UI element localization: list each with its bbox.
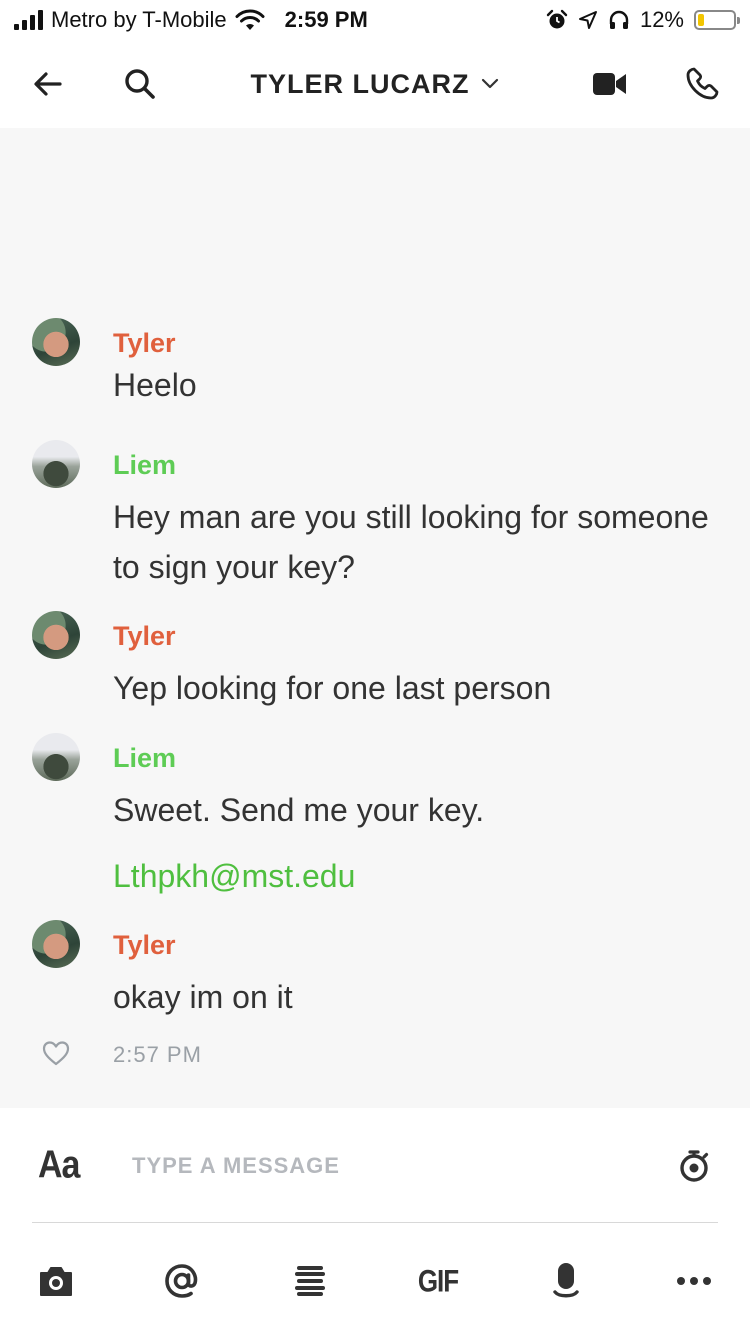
message-meta: 2:57 PM bbox=[0, 1034, 750, 1074]
conversation-header: TYLER LUCARZ bbox=[0, 40, 750, 128]
carrier-name: Metro by T-Mobile bbox=[51, 7, 227, 32]
message-timestamp: 2:57 PM bbox=[113, 1042, 202, 1067]
more-icon bbox=[677, 1277, 711, 1285]
text-format-button[interactable]: Aa bbox=[38, 1143, 80, 1188]
voice-call-button[interactable] bbox=[678, 60, 726, 108]
battery-percent: 12% bbox=[639, 7, 684, 32]
signal-strength-icon bbox=[14, 10, 43, 30]
camera-button[interactable] bbox=[34, 1259, 78, 1303]
alarm-icon bbox=[546, 9, 568, 29]
timer-icon[interactable] bbox=[676, 1148, 712, 1184]
video-call-button[interactable] bbox=[586, 60, 634, 108]
bitmoji-button[interactable] bbox=[288, 1259, 332, 1303]
sender-name: Tyler bbox=[113, 328, 176, 358]
chevron-down-icon bbox=[482, 78, 499, 89]
message-list[interactable]: Tyler Heelo Liem Hey man are you still l… bbox=[0, 128, 750, 1108]
avatar[interactable] bbox=[32, 733, 80, 781]
avatar[interactable] bbox=[32, 440, 80, 488]
phone-icon bbox=[686, 67, 719, 100]
conversation-title: TYLER LUCARZ bbox=[250, 68, 470, 99]
message-composer: Aa GIF bbox=[0, 1108, 750, 1334]
wifi-icon bbox=[235, 9, 265, 30]
avatar[interactable] bbox=[32, 611, 80, 659]
message-input[interactable] bbox=[132, 1146, 632, 1186]
heart-icon[interactable] bbox=[42, 1040, 70, 1066]
at-mention-icon bbox=[165, 1264, 198, 1298]
back-arrow-icon bbox=[34, 72, 62, 96]
conversation-title-button[interactable]: TYLER LUCARZ bbox=[251, 69, 500, 100]
message-text: Sweet. Send me your key. bbox=[113, 792, 485, 828]
status-time: 2:59 PM bbox=[284, 7, 368, 32]
headphones-icon bbox=[609, 10, 629, 29]
voice-note-button[interactable] bbox=[544, 1259, 588, 1303]
battery-icon bbox=[694, 10, 740, 30]
sender-name: Tyler bbox=[113, 621, 176, 651]
search-icon bbox=[125, 69, 155, 99]
message-text: Hey man are you still looking for someon… bbox=[113, 499, 709, 585]
email-link[interactable]: Lthpkh@mst.edu bbox=[113, 851, 713, 901]
message-text: Heelo bbox=[113, 367, 197, 403]
search-button[interactable] bbox=[116, 60, 164, 108]
status-bar: Metro by T-Mobile 2:59 PM 12% bbox=[0, 0, 750, 40]
microphone-icon bbox=[553, 1263, 579, 1298]
sender-name: Tyler bbox=[113, 930, 176, 960]
sender-name: Liem bbox=[113, 743, 177, 773]
camera-icon bbox=[40, 1267, 72, 1296]
video-camera-icon bbox=[593, 73, 626, 95]
avatar[interactable] bbox=[32, 920, 80, 968]
composer-toolbar: GIF bbox=[0, 1223, 750, 1334]
message-text: okay im on it bbox=[113, 979, 293, 1015]
location-arrow-icon bbox=[578, 11, 597, 29]
mention-button[interactable] bbox=[160, 1259, 204, 1303]
sender-name: Liem bbox=[113, 450, 177, 480]
avatar[interactable] bbox=[32, 318, 80, 366]
gif-icon: GIF bbox=[417, 1262, 459, 1299]
gif-button[interactable]: GIF bbox=[416, 1259, 460, 1303]
more-options-button[interactable] bbox=[672, 1259, 716, 1303]
back-button[interactable] bbox=[24, 60, 72, 108]
message-text: Yep looking for one last person bbox=[113, 670, 552, 706]
battery-level-fill bbox=[698, 14, 705, 26]
bitmoji-icon bbox=[295, 1266, 325, 1296]
